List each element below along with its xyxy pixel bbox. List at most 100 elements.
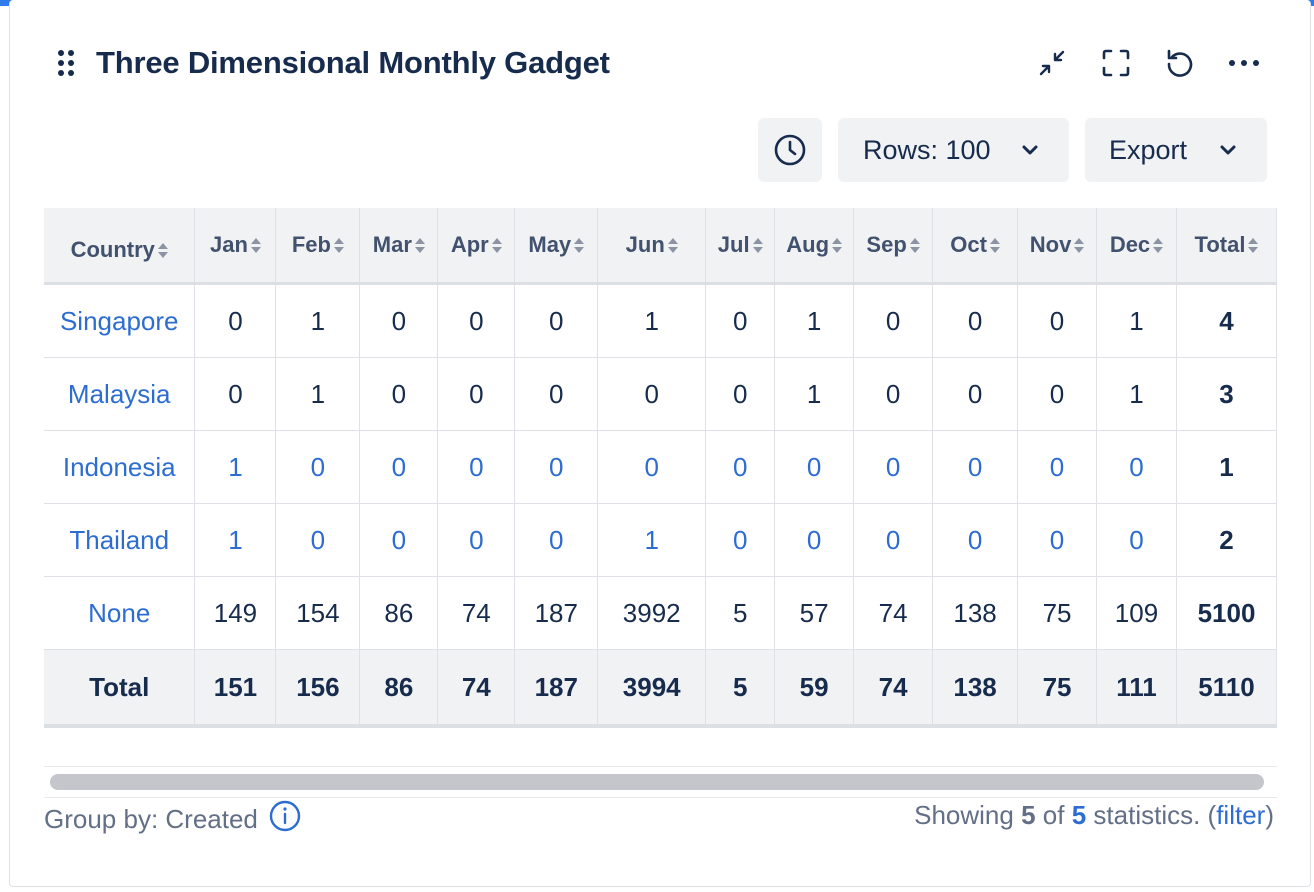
- column-header-label: Dec: [1109, 232, 1151, 257]
- table-cell[interactable]: 0: [437, 430, 516, 504]
- table-cell: 0: [359, 283, 439, 358]
- sort-icon[interactable]: [157, 243, 168, 259]
- statistics-suffix: statistics. (: [1093, 800, 1217, 830]
- table-row: Thailand 1 0 0 0 0 1 0 0 0 0 0 0 2: [44, 503, 1277, 577]
- column-header-label: Oct: [950, 232, 987, 257]
- total-row-label: Total: [44, 649, 196, 728]
- column-header-total[interactable]: Total: [1176, 208, 1277, 285]
- table-cell: 0: [514, 357, 599, 431]
- rows-label: Rows: 100: [863, 134, 991, 165]
- table-row: Singapore 0 1 0 0 0 1 0 1 0 0 0 1 4: [44, 283, 1277, 358]
- table-cell[interactable]: 1: [597, 503, 707, 577]
- refresh-icon[interactable]: [1163, 46, 1197, 80]
- info-icon[interactable]: [269, 800, 301, 839]
- table-cell[interactable]: 0: [774, 503, 855, 577]
- table-cell[interactable]: 0: [514, 503, 599, 577]
- row-country-link[interactable]: Indonesia: [44, 430, 196, 504]
- sort-icon[interactable]: [1153, 238, 1164, 254]
- table-cell: 0: [1017, 357, 1098, 431]
- sort-icon[interactable]: [333, 238, 344, 254]
- table-cell[interactable]: 0: [1017, 503, 1098, 577]
- column-header-jun[interactable]: Jun: [597, 208, 707, 285]
- column-header-jul[interactable]: Jul: [705, 208, 776, 285]
- column-header-may[interactable]: May: [514, 208, 599, 285]
- export-label: Export: [1109, 134, 1188, 165]
- row-total-cell: 5100: [1176, 576, 1277, 650]
- total-count-link[interactable]: 5: [1072, 800, 1086, 830]
- column-header-country[interactable]: Country: [44, 208, 196, 285]
- table-cell[interactable]: 0: [774, 430, 855, 504]
- showing-prefix: Showing: [914, 800, 1014, 830]
- table-cell[interactable]: 0: [853, 503, 934, 577]
- sort-icon[interactable]: [909, 238, 920, 254]
- column-header-label: Jan: [209, 232, 248, 257]
- sort-icon[interactable]: [1074, 238, 1085, 254]
- history-button[interactable]: [758, 118, 822, 182]
- table-cell[interactable]: 0: [1096, 503, 1177, 577]
- column-header-dec[interactable]: Dec: [1096, 208, 1177, 285]
- table-cell[interactable]: 0: [437, 503, 516, 577]
- total-cell: 156: [275, 649, 361, 728]
- sort-icon[interactable]: [752, 238, 763, 254]
- table-cell[interactable]: 0: [275, 503, 361, 577]
- table-cell: 0: [853, 357, 934, 431]
- table-cell[interactable]: 0: [1017, 430, 1098, 504]
- table-cell[interactable]: 0: [514, 430, 599, 504]
- table-cell[interactable]: 0: [359, 503, 439, 577]
- column-header-label: Feb: [291, 232, 331, 257]
- statistics-table-container[interactable]: Country Jan Feb Mar Apr May Jun Jul Aug Sep Oct Nov…: [44, 208, 1277, 728]
- table-cell[interactable]: 0: [1096, 430, 1177, 504]
- table-cell[interactable]: 1: [194, 430, 277, 504]
- sort-icon[interactable]: [989, 238, 1000, 254]
- column-header-jan[interactable]: Jan: [194, 208, 277, 285]
- column-header-label: Total: [1194, 232, 1246, 257]
- row-country-link[interactable]: Malaysia: [44, 357, 196, 431]
- table-row: None 149 154 86 74 187 3992 5 57 74 138 75 109 5100: [44, 576, 1277, 650]
- row-country-link[interactable]: Thailand: [44, 503, 196, 577]
- table-cell: 0: [853, 283, 934, 358]
- sort-icon[interactable]: [491, 238, 502, 254]
- table-cell[interactable]: 0: [932, 430, 1019, 504]
- column-header-sep[interactable]: Sep: [853, 208, 934, 285]
- table-cell[interactable]: 0: [932, 503, 1019, 577]
- column-header-aug[interactable]: Aug: [774, 208, 855, 285]
- row-country-link[interactable]: Singapore: [44, 283, 196, 358]
- sort-icon[interactable]: [1248, 238, 1259, 254]
- table-cell[interactable]: 0: [705, 430, 776, 504]
- column-header-apr[interactable]: Apr: [437, 208, 516, 285]
- table-cell: 138: [932, 576, 1019, 650]
- drag-handle-icon[interactable]: [58, 50, 78, 78]
- table-cell[interactable]: 0: [853, 430, 934, 504]
- column-header-label: Apr: [450, 232, 489, 257]
- group-by-info: Group by: Created: [44, 800, 301, 839]
- table-cell[interactable]: 0: [359, 430, 439, 504]
- table-cell[interactable]: 0: [705, 503, 776, 577]
- filter-link[interactable]: filter: [1216, 800, 1265, 830]
- sort-icon[interactable]: [250, 238, 261, 254]
- rows-per-page-dropdown[interactable]: Rows: 100: [838, 118, 1069, 182]
- table-cell[interactable]: 0: [275, 430, 361, 504]
- scrollbar-thumb[interactable]: [50, 774, 1264, 790]
- column-header-feb[interactable]: Feb: [275, 208, 361, 285]
- statistics-summary: Showing 5 of 5 statistics. (filter): [914, 800, 1274, 831]
- row-total-cell: 1: [1176, 430, 1277, 504]
- column-header-oct[interactable]: Oct: [932, 208, 1019, 285]
- table-cell[interactable]: 1: [194, 503, 277, 577]
- sort-icon[interactable]: [667, 238, 678, 254]
- export-dropdown[interactable]: Export: [1085, 118, 1267, 182]
- table-cell: 86: [359, 576, 439, 650]
- minimize-icon[interactable]: [1035, 46, 1069, 80]
- fullscreen-icon[interactable]: [1099, 46, 1133, 80]
- table-cell: 57: [774, 576, 855, 650]
- sort-icon[interactable]: [574, 238, 585, 254]
- horizontal-scrollbar[interactable]: [44, 766, 1277, 798]
- more-icon[interactable]: [1227, 46, 1261, 80]
- sort-icon[interactable]: [414, 238, 425, 254]
- row-country-link[interactable]: None: [44, 576, 196, 650]
- sort-icon[interactable]: [832, 238, 843, 254]
- column-header-nov[interactable]: Nov: [1017, 208, 1098, 285]
- column-header-label: Aug: [786, 232, 830, 257]
- table-cell[interactable]: 0: [597, 430, 707, 504]
- column-header-mar[interactable]: Mar: [359, 208, 439, 285]
- table-cell: 0: [437, 357, 516, 431]
